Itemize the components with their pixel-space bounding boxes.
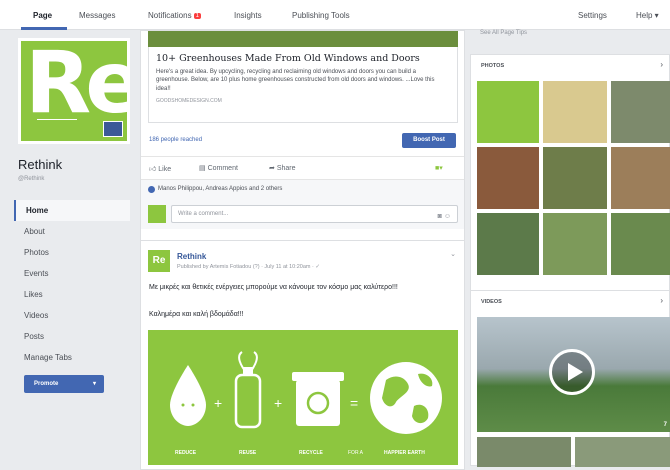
sidebar-item-home[interactable]: Home <box>14 200 130 221</box>
videos-box: VIDEOS › 7 <box>470 290 670 467</box>
avatar <box>148 205 166 223</box>
sidebar-item-posts[interactable]: Posts <box>14 326 130 347</box>
share-icon: ➦ <box>269 165 277 172</box>
page-title: Rethink <box>18 157 63 172</box>
post-meta: Published by Artemis Fotiadou (?) · July… <box>177 264 320 270</box>
video-thumb-small[interactable] <box>575 437 670 467</box>
image-label-reuse: REUSE <box>239 450 257 456</box>
promote-label: Promote <box>34 381 59 387</box>
share-label: Share <box>276 165 296 172</box>
videos-header[interactable]: VIDEOS <box>481 299 502 305</box>
image-label-for-a: FOR A <box>348 450 364 456</box>
promote-button[interactable]: Promote ▾ <box>24 375 104 393</box>
image-label-happier-earth: HAPPIER EARTH <box>384 450 425 456</box>
tab-settings[interactable]: Settings <box>578 11 607 20</box>
tab-insights[interactable]: Insights <box>234 11 262 20</box>
chevron-down-icon: ▾ <box>92 381 96 387</box>
comment-composer: Write a comment... ◙ ☺ <box>141 199 464 229</box>
chevron-right-icon[interactable]: › <box>660 60 663 69</box>
page-handle: @Rethink <box>18 176 45 182</box>
likers-summary[interactable]: Manos Philippou, Andreas Appios and 2 ot… <box>141 179 464 199</box>
comment-label: Comment <box>207 165 238 172</box>
play-icon[interactable] <box>549 349 595 395</box>
status-post-card: Re Rethink Published by Artemis Fotiadou… <box>140 240 465 470</box>
tab-notifications-label: Notifications <box>148 11 192 20</box>
comment-input[interactable]: Write a comment... ◙ ☺ <box>171 205 458 223</box>
image-label-recycle: RECYCLE <box>299 450 323 456</box>
left-sidebar: Re Rethink @Rethink Home About Photos Ev… <box>0 30 135 466</box>
photo-thumb[interactable] <box>611 213 670 275</box>
share-button[interactable]: ➦ Share <box>269 164 296 172</box>
camera-icon[interactable]: ◙ ☺ <box>438 209 451 225</box>
rethink-logo: Re <box>21 41 127 141</box>
tab-publishing-tools[interactable]: Publishing Tools <box>292 11 350 20</box>
photo-thumb[interactable] <box>611 81 670 143</box>
tab-page[interactable]: Page <box>33 11 52 20</box>
profile-picture[interactable]: Re <box>18 38 130 144</box>
post-image[interactable]: + + = REDUCE REUSE RECYCLE FOR A HAPPIER… <box>148 330 458 465</box>
photo-thumb[interactable] <box>611 147 670 209</box>
sidebar-item-likes[interactable]: Likes <box>14 284 130 305</box>
post-text: Με μικρές και θετικές ενέργειες μπορούμε… <box>149 284 398 291</box>
photos-box: PHOTOS › <box>470 54 670 304</box>
svg-text:+: + <box>274 395 282 411</box>
logo-subtext-line <box>37 119 77 129</box>
like-button[interactable]: 👍︎ Like <box>149 164 171 173</box>
likers-text: Manos Philippou, Andreas Appios and 2 ot… <box>158 186 283 192</box>
chevron-down-icon[interactable]: ⌄ <box>450 250 456 258</box>
sidebar-item-photos[interactable]: Photos <box>14 242 130 263</box>
video-count: 7 <box>663 422 667 428</box>
photos-header[interactable]: PHOTOS <box>481 63 504 69</box>
link-title[interactable]: 10+ Greenhouses Made From Old Windows an… <box>156 53 450 64</box>
sidebar-menu: Home About Photos Events Likes Videos Po… <box>14 200 130 368</box>
avatar[interactable]: Re <box>148 250 170 272</box>
link-description: Here's a great idea. By upcycling, recyc… <box>156 69 435 92</box>
boost-post-button[interactable]: Boost Post <box>402 133 456 148</box>
tab-notifications[interactable]: Notifications 1 <box>148 11 201 20</box>
post-author[interactable]: Rethink <box>177 252 206 261</box>
comment-placeholder: Write a comment... <box>178 211 229 217</box>
see-all-page-tips-link[interactable]: See All Page Tips <box>480 30 527 36</box>
notification-badge: 1 <box>193 13 201 19</box>
svg-text:+: + <box>214 395 222 411</box>
photo-thumb[interactable] <box>477 81 539 143</box>
photo-thumb[interactable] <box>543 81 607 143</box>
post-text-2: Καλημέρα και καλή βδομάδα!!! <box>149 311 244 318</box>
page-top-nav: Page Messages Notifications 1 Insights Pu… <box>0 0 670 30</box>
post-actions: 👍︎ Like ▤ Comment ➦ Share ■▾ <box>141 156 464 178</box>
comment-icon: ▤ <box>199 165 208 172</box>
reach-count[interactable]: 186 people reached <box>149 137 202 143</box>
sidebar-item-about[interactable]: About <box>14 221 130 242</box>
link-domain: GOODSHOMEDESIGN.COM <box>156 98 222 105</box>
help-menu[interactable]: Help ▾ <box>636 11 659 20</box>
photo-thumb[interactable] <box>477 147 539 209</box>
camera-icon[interactable] <box>103 121 123 137</box>
tab-messages[interactable]: Messages <box>79 11 115 20</box>
sidebar-item-events[interactable]: Events <box>14 263 130 284</box>
like-label: Like <box>158 166 172 173</box>
video-thumbnail[interactable]: 7 <box>477 317 670 432</box>
image-label-reduce: REDUCE <box>175 450 197 456</box>
svg-text:=: = <box>350 395 358 411</box>
page-avatar-selector[interactable]: ■▾ <box>435 164 443 172</box>
sidebar-item-videos[interactable]: Videos <box>14 305 130 326</box>
comment-button[interactable]: ▤ Comment <box>199 164 238 172</box>
link-preview-image[interactable] <box>148 31 458 47</box>
chevron-right-icon[interactable]: › <box>660 296 663 305</box>
thumbs-up-icon: 👍︎ <box>149 166 159 173</box>
link-post-card: 10+ Greenhouses Made From Old Windows an… <box>140 30 465 242</box>
video-thumb-small[interactable] <box>477 437 571 467</box>
photo-thumb[interactable] <box>543 213 607 275</box>
link-preview[interactable]: 10+ Greenhouses Made From Old Windows an… <box>148 47 458 123</box>
photo-thumb[interactable] <box>543 147 607 209</box>
photo-thumb[interactable] <box>477 213 539 275</box>
like-reaction-icon <box>148 186 155 193</box>
sidebar-item-manage-tabs[interactable]: Manage Tabs <box>14 347 130 368</box>
reduce-reuse-recycle-illustration: + + = <box>170 351 442 434</box>
